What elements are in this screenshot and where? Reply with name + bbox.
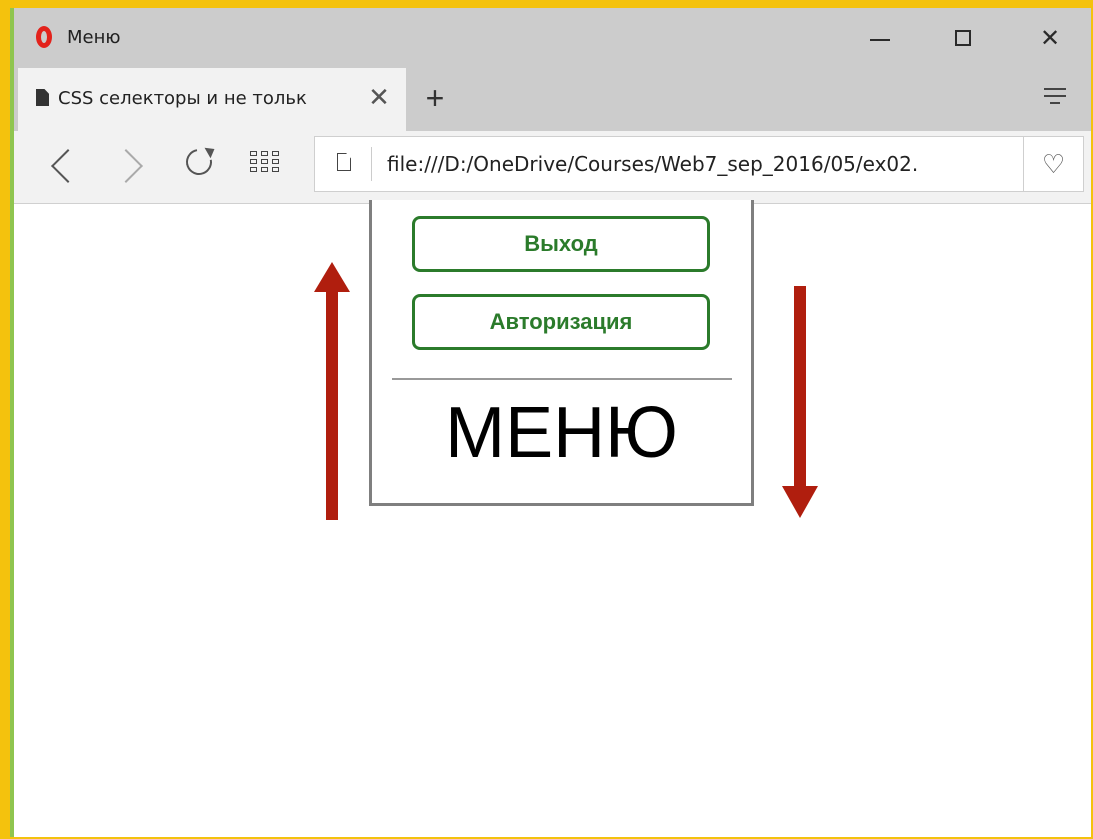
address-divider [371, 147, 372, 181]
arrow-up-icon [314, 262, 350, 520]
close-icon: ✕ [1039, 24, 1061, 52]
close-window-button[interactable]: ✕ [1030, 20, 1070, 56]
heart-icon: ♡ [1041, 149, 1066, 179]
address-bar[interactable]: file:///D:/OneDrive/Courses/Web7_sep_201… [314, 136, 1024, 192]
login-button[interactable]: Авторизация [412, 294, 710, 350]
speed-dial-button[interactable] [244, 143, 288, 187]
menu-heading[interactable]: МЕНЮ [372, 392, 751, 474]
tab-strip: CSS селекторы и не тольк ✕ + [14, 68, 1091, 131]
forward-button[interactable] [108, 143, 152, 187]
navigation-toolbar: file:///D:/OneDrive/Courses/Web7_sep_201… [14, 131, 1091, 204]
tab-menu-button[interactable] [1040, 82, 1070, 112]
tab-menu-icon-line [1044, 95, 1066, 97]
minimize-button[interactable] [860, 20, 900, 56]
reload-button[interactable] [178, 143, 222, 187]
logout-button[interactable]: Выход [412, 216, 710, 272]
plus-icon: + [425, 80, 445, 116]
page-viewport: Выход Авторизация МЕНЮ [14, 200, 1091, 837]
document-icon [36, 89, 49, 106]
back-arrow-icon [51, 149, 85, 183]
tab-title: CSS селекторы и не тольк [58, 88, 307, 109]
menu-divider [392, 378, 732, 380]
minimize-icon [870, 39, 890, 41]
new-tab-button[interactable]: + [418, 82, 452, 116]
page-info-icon[interactable] [337, 153, 351, 171]
opera-logo-icon[interactable] [36, 26, 52, 48]
window-edge-strip [10, 8, 14, 839]
tab-close-button[interactable]: ✕ [364, 82, 394, 112]
tab-active[interactable]: CSS селекторы и не тольк ✕ [18, 68, 406, 131]
arrow-down-icon [782, 286, 818, 518]
close-icon: ✕ [368, 82, 390, 112]
back-button[interactable] [38, 143, 85, 187]
address-input[interactable]: file:///D:/OneDrive/Courses/Web7_sep_201… [387, 152, 1017, 176]
forward-arrow-icon [109, 149, 143, 183]
maximize-icon [955, 30, 971, 46]
title-bar[interactable]: Меню ✕ [14, 8, 1091, 68]
tab-menu-icon-line [1050, 102, 1060, 104]
tab-menu-icon [1044, 88, 1066, 90]
menu-panel: Выход Авторизация МЕНЮ [369, 200, 754, 506]
bookmark-button[interactable]: ♡ [1024, 136, 1084, 192]
window-title: Меню [67, 27, 121, 48]
maximize-button[interactable] [944, 20, 984, 56]
speed-dial-icon [250, 151, 280, 175]
